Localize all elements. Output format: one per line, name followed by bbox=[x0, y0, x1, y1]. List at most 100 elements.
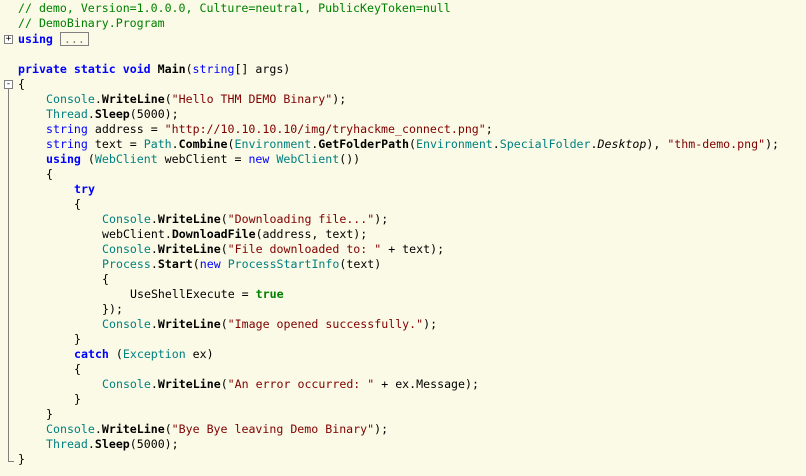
code-line: } bbox=[74, 332, 81, 347]
code-token: Console bbox=[46, 92, 95, 106]
expand-fold-icon[interactable]: + bbox=[4, 35, 13, 44]
code-line: { bbox=[102, 272, 109, 287]
code-line: } bbox=[74, 392, 81, 407]
code-token: . bbox=[94, 422, 102, 436]
code-token: } bbox=[18, 452, 25, 466]
code-token: } bbox=[46, 407, 53, 421]
code-token: ( bbox=[164, 422, 172, 436]
code-token: Environment bbox=[234, 137, 312, 151]
code-line: Thread.Sleep(5000); bbox=[46, 107, 179, 122]
code-token: ( bbox=[227, 137, 235, 151]
code-line: }); bbox=[102, 302, 123, 317]
code-token: Console bbox=[46, 422, 95, 436]
code-token: ); bbox=[423, 317, 438, 331]
code-line: Thread.Sleep(5000); bbox=[46, 437, 179, 452]
code-token: Thread bbox=[46, 437, 88, 451]
code-token: ( bbox=[164, 92, 172, 106]
code-token: }); bbox=[102, 302, 123, 316]
code-token: using bbox=[46, 152, 81, 166]
code-token: WriteLine bbox=[157, 317, 221, 331]
code-token: "thm-demo.png" bbox=[667, 137, 766, 151]
using-directives-line: using ... bbox=[18, 32, 89, 47]
code-token: (5000); bbox=[129, 107, 179, 121]
code-token: WriteLine bbox=[157, 212, 221, 226]
code-line: string text = Path.Combine(Environment.G… bbox=[46, 137, 779, 152]
code-token: Console bbox=[102, 242, 151, 256]
code-line: UseShellExecute = true bbox=[130, 287, 284, 302]
code-token: "Hello THM DEMO Binary" bbox=[171, 92, 333, 106]
code-token: "Image opened successfully." bbox=[227, 317, 424, 331]
code-token: WriteLine bbox=[101, 92, 165, 106]
code-token: (5000); bbox=[129, 437, 179, 451]
code-token: Environment bbox=[416, 137, 493, 151]
code-token: Thread bbox=[46, 107, 88, 121]
code-line: string address = "http://10.10.10.10/img… bbox=[46, 122, 493, 137]
code-line: using (WebClient webClient = new WebClie… bbox=[46, 152, 360, 167]
code-token: Start bbox=[157, 257, 193, 271]
code-token: string bbox=[192, 62, 235, 76]
code-line: { bbox=[74, 197, 81, 212]
code-token: new bbox=[199, 257, 221, 271]
code-token: ( bbox=[220, 317, 228, 331]
code-token: Process bbox=[102, 257, 151, 271]
code-token: + ex.Message); bbox=[374, 377, 479, 391]
code-token: address = bbox=[87, 122, 165, 136]
code-token: . bbox=[150, 242, 158, 256]
code-line: { bbox=[18, 77, 25, 92]
code-token: ); bbox=[765, 137, 780, 151]
code-line: { bbox=[46, 167, 53, 182]
code-token: . bbox=[150, 317, 158, 331]
code-token: WriteLine bbox=[101, 422, 165, 436]
code-token: ), bbox=[646, 137, 668, 151]
header-comment-assembly: // demo, Version=1.0.0.0, Culture=neutra… bbox=[18, 1, 451, 15]
code-token: catch bbox=[74, 347, 109, 361]
code-token: webClient. bbox=[102, 227, 172, 241]
collapsed-usings-region[interactable]: ... bbox=[59, 32, 89, 46]
code-token: Exception bbox=[122, 347, 186, 361]
code-token: . bbox=[150, 377, 158, 391]
code-line: Console.WriteLine("File downloaded to: "… bbox=[102, 242, 444, 257]
code-token: UseShellExecute = bbox=[130, 287, 256, 301]
using-keyword: using bbox=[18, 32, 53, 46]
fold-guide-end bbox=[8, 461, 14, 462]
code-token: Desktop bbox=[597, 137, 647, 151]
code-token: ( bbox=[80, 152, 95, 166]
code-token: try bbox=[74, 182, 95, 196]
code-token: string bbox=[46, 122, 88, 136]
fold-guide-line bbox=[8, 89, 9, 461]
code-token: new bbox=[248, 152, 270, 166]
code-token: text = bbox=[87, 137, 144, 151]
code-token: ex) bbox=[185, 347, 214, 361]
code-token: { bbox=[74, 197, 81, 211]
code-token: WebClient bbox=[276, 152, 340, 166]
code-token: Console bbox=[102, 377, 151, 391]
code-token: "File downloaded to: " bbox=[227, 242, 382, 256]
code-token: ); bbox=[374, 212, 389, 226]
code-token: "An error occurred: " bbox=[227, 377, 375, 391]
header-comment-class: // DemoBinary.Program bbox=[18, 16, 165, 30]
code-line: Console.WriteLine("An error occurred: " … bbox=[102, 377, 479, 392]
code-token: { bbox=[102, 272, 109, 286]
code-line: Process.Start(new ProcessStartInfo(text) bbox=[102, 257, 381, 272]
code-token: Sleep bbox=[94, 437, 130, 451]
collapse-fold-icon[interactable]: - bbox=[4, 80, 13, 89]
code-token: } bbox=[74, 332, 81, 346]
code-token: ()) bbox=[339, 152, 361, 166]
code-token: { bbox=[46, 167, 53, 181]
code-token: ( bbox=[192, 257, 200, 271]
code-line: Console.WriteLine("Image opened successf… bbox=[102, 317, 437, 332]
code-token: . bbox=[492, 137, 500, 151]
code-token: ( bbox=[220, 377, 228, 391]
code-token: Console bbox=[102, 212, 151, 226]
code-line: private static void Main(string[] args) bbox=[18, 62, 290, 77]
code-token: [] args) bbox=[234, 62, 291, 76]
code-token: ; bbox=[485, 122, 493, 136]
code-line: Console.WriteLine("Bye Bye leaving Demo … bbox=[46, 422, 388, 437]
code-line: } bbox=[46, 407, 53, 422]
code-token: ( bbox=[220, 242, 228, 256]
code-token: Path bbox=[143, 137, 172, 151]
